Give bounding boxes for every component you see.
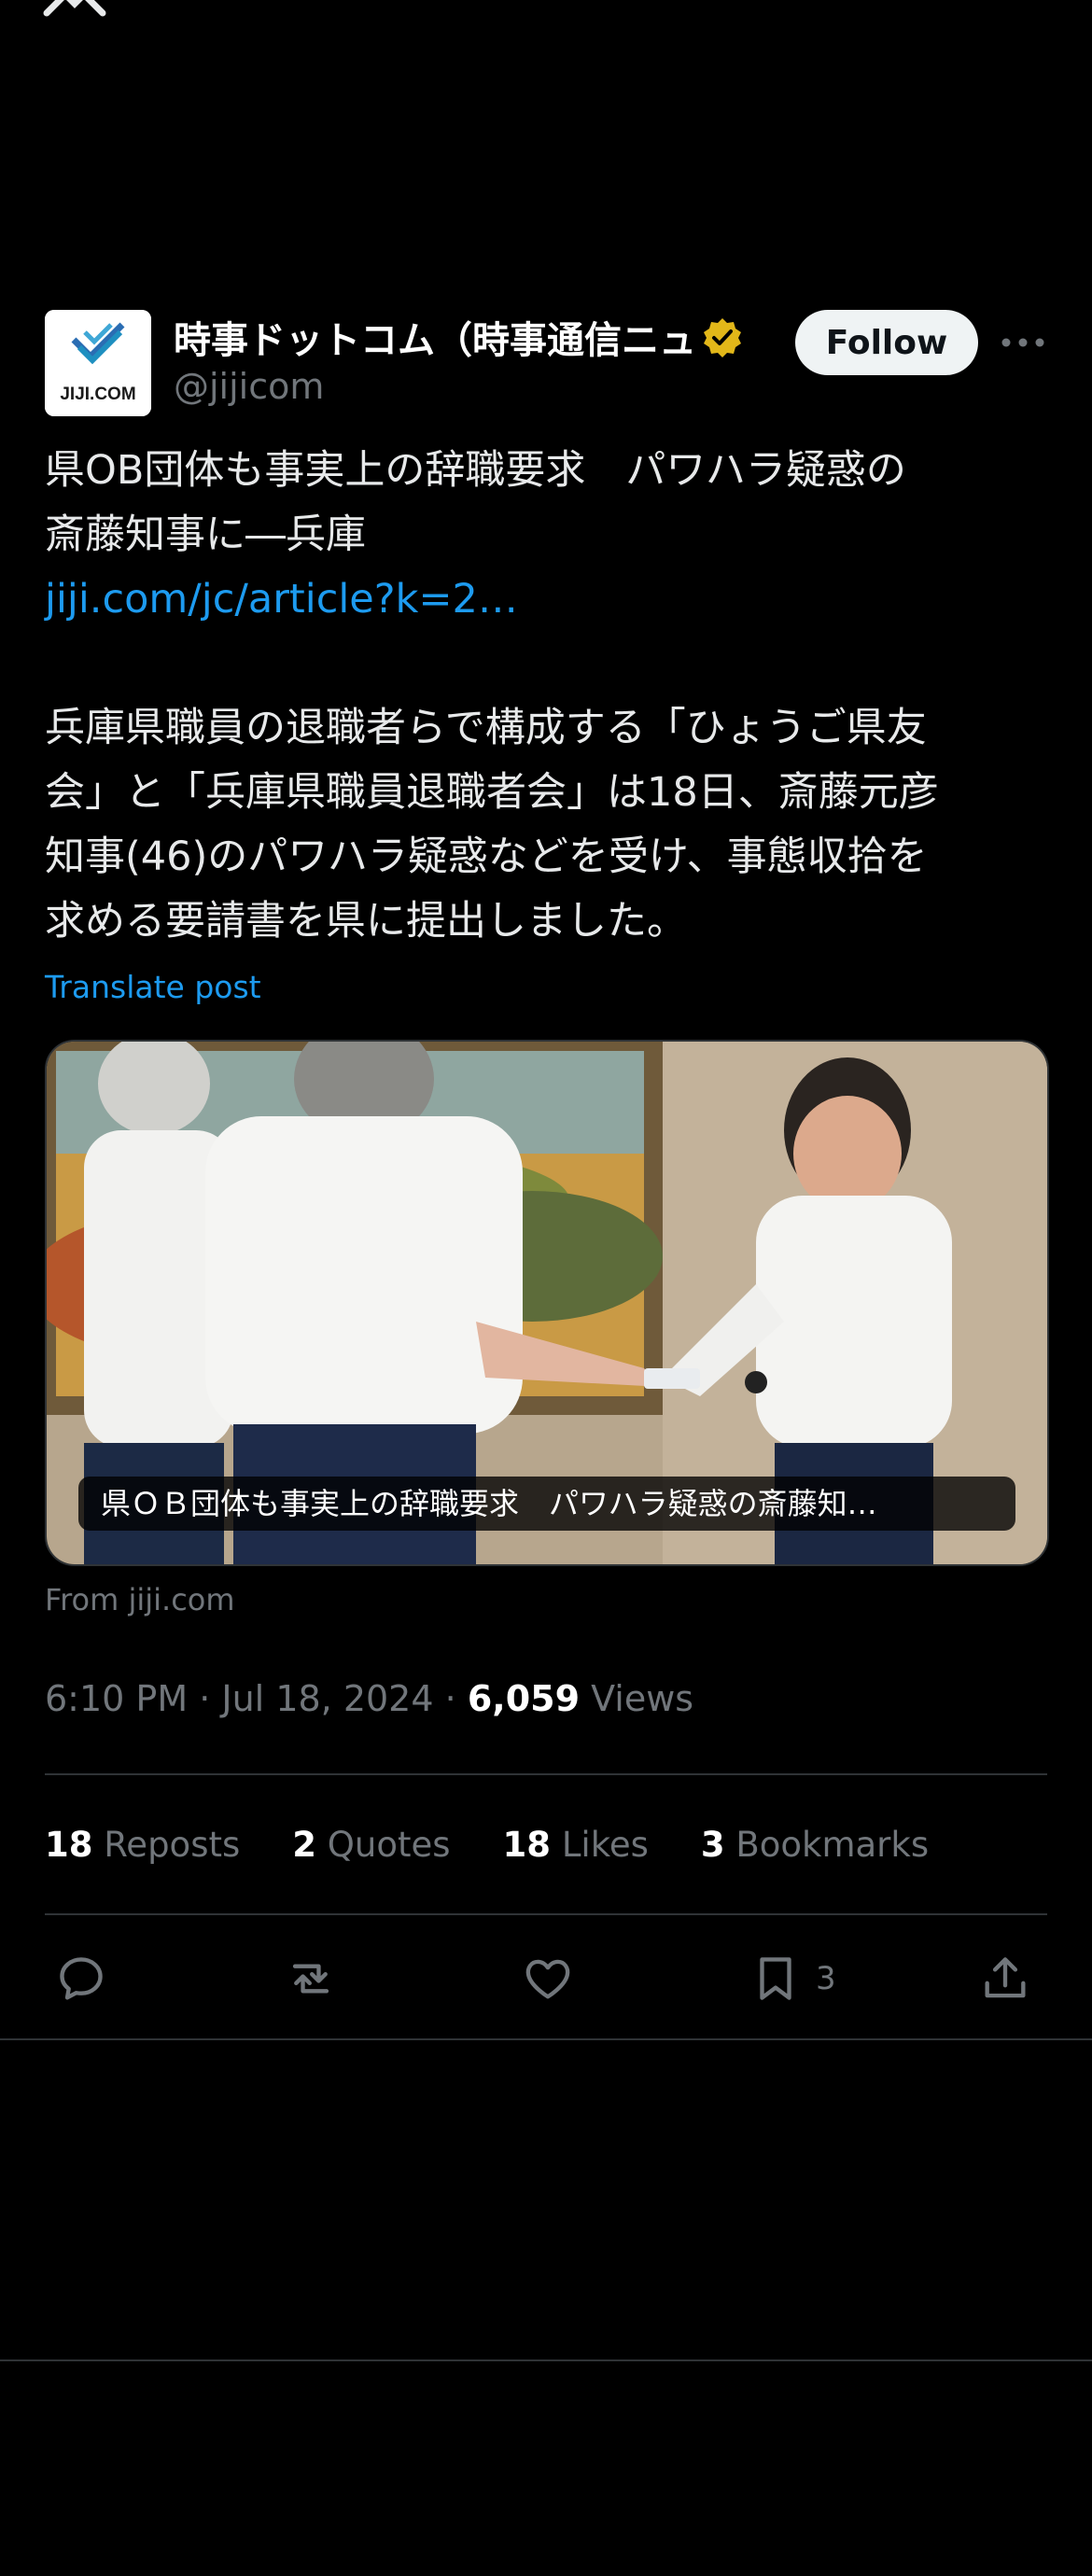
- card-caption: 県ＯＢ団体も事実上の辞職要求 パワハラ疑惑の斎藤知…: [78, 1477, 1015, 1531]
- translate-post-link[interactable]: Translate post: [45, 961, 1047, 1014]
- more-options-icon: [1001, 338, 1044, 347]
- display-name[interactable]: 時事ドットコム（時事通信ニュ: [174, 310, 696, 364]
- heart-icon: [525, 1959, 570, 1999]
- repost-icon: [292, 1964, 329, 1994]
- avatar-text: JIJI.COM: [60, 385, 135, 404]
- tweet-text: 県OB団体も事実上の辞職要求 パワハラ疑惑の 斎藤知事に―兵庫 jiji.com…: [45, 439, 1047, 954]
- headline-line: 県OB団体も事実上の辞職要求 パワハラ疑惑の: [45, 447, 906, 494]
- body-line: 求める要請書を県に提出しました。: [45, 898, 687, 945]
- body-paragraph: 兵庫県職員の退職者らで構成する「ひょうご県友 会」と「兵庫県職員退職者会」は18…: [45, 696, 1047, 954]
- bookmarks-stat[interactable]: 3 Bookmarks: [701, 1825, 929, 1865]
- link-card[interactable]: 県ＯＢ団体も事実上の辞職要求 パワハラ疑惑の斎藤知…: [45, 1040, 1049, 1566]
- post-time[interactable]: 6:10 PM: [45, 1678, 188, 1719]
- reply-button[interactable]: [54, 1943, 108, 2014]
- more-options-button[interactable]: [997, 310, 1049, 375]
- repost-button[interactable]: [284, 1943, 338, 2014]
- views-count: 6,059: [467, 1678, 581, 1719]
- body-line: 知事(46)のパワハラ疑惑などを受け、事態収拾を: [45, 833, 928, 880]
- reposts-count: 18: [45, 1824, 93, 1865]
- bookmark-count: 3: [816, 1960, 836, 1997]
- avatar[interactable]: JIJI.COM: [45, 310, 151, 416]
- handle[interactable]: @jijicom: [174, 366, 324, 407]
- reply-icon: [60, 1957, 103, 2000]
- bookmarks-count: 3: [700, 1824, 725, 1865]
- card-source[interactable]: From jiji.com: [45, 1579, 1047, 1620]
- divider: [0, 2038, 1092, 2040]
- likes-count: 18: [502, 1824, 552, 1865]
- headline-line: 斎藤知事に―兵庫: [45, 511, 366, 558]
- quotes-label: Quotes: [327, 1824, 451, 1865]
- close-button[interactable]: [41, 0, 108, 22]
- meta-separator: ·: [444, 1678, 468, 1719]
- views-label: Views: [591, 1678, 694, 1719]
- reposts-label: Reposts: [104, 1824, 241, 1865]
- body-line: 兵庫県職員の退職者らで構成する「ひょうご県友: [45, 705, 927, 751]
- jiji-logo-icon: JIJI.COM: [45, 310, 151, 416]
- verified-badge-icon: [704, 318, 741, 357]
- follow-button[interactable]: Follow: [795, 310, 978, 375]
- like-button[interactable]: [521, 1943, 575, 2014]
- quotes-stat[interactable]: 2 Quotes: [292, 1825, 450, 1865]
- close-icon: [43, 0, 106, 17]
- name-row: 時事ドットコム（時事通信ニュ: [174, 310, 743, 364]
- divider: [0, 2359, 1092, 2361]
- quotes-count: 2: [292, 1824, 317, 1865]
- bookmarks-label: Bookmarks: [735, 1824, 930, 1865]
- action-bar: 3: [45, 1915, 1047, 2042]
- likes-label: Likes: [561, 1824, 649, 1865]
- bookmark-icon: [760, 1957, 791, 2000]
- post-date[interactable]: Jul 18, 2024: [221, 1678, 433, 1719]
- reposts-stat[interactable]: 18 Reposts: [45, 1825, 240, 1865]
- share-button[interactable]: [978, 1943, 1032, 2014]
- post-meta: 6:10 PM · Jul 18, 2024 · 6,059 Views: [45, 1671, 1047, 1727]
- meta-separator: ·: [199, 1678, 222, 1719]
- engagement-stats: 18 Reposts 2 Quotes 18 Likes 3 Bookmarks: [45, 1775, 1047, 1913]
- bookmark-button[interactable]: 3: [749, 1943, 836, 2014]
- share-icon: [985, 1957, 1026, 1998]
- tweet-header: JIJI.COM 時事ドットコム（時事通信ニュ @jijicom Follow: [45, 308, 1047, 420]
- article-link[interactable]: jiji.com/jc/article?k=2…: [45, 567, 1047, 632]
- tweet: JIJI.COM 時事ドットコム（時事通信ニュ @jijicom Follow …: [45, 308, 1049, 2042]
- body-line: 会」と「兵庫県職員退職者会」は18日、斎藤元彦: [45, 769, 939, 816]
- likes-stat[interactable]: 18 Likes: [503, 1825, 649, 1865]
